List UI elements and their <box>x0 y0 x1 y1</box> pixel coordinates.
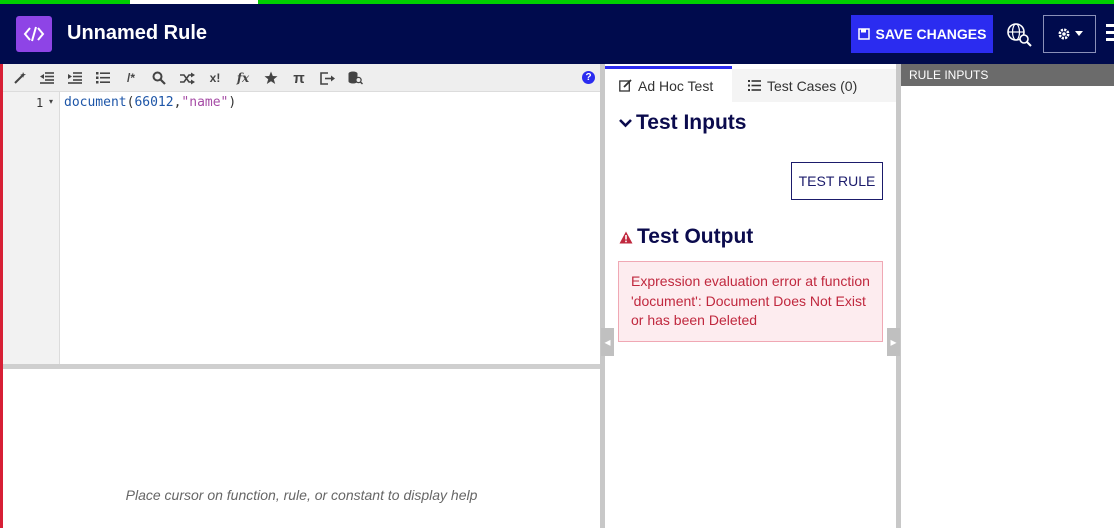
settings-dropdown-button[interactable] <box>1043 15 1096 53</box>
code-editor-line[interactable]: document(66012,"name") <box>64 95 236 110</box>
rule-editor-app: Unnamed Rule SAVE CHANGES /* x! fx π ? 1… <box>0 0 1114 528</box>
tab-test-cases[interactable]: Test Cases (0) <box>732 69 896 102</box>
help-icon[interactable]: ? <box>582 71 595 84</box>
collapse-left-arrow-icon[interactable]: ◂ <box>601 328 614 356</box>
menu-icon[interactable] <box>1106 24 1114 46</box>
function-help-text: Place cursor on function, rule, or const… <box>125 487 478 503</box>
globe-search-icon[interactable] <box>1006 22 1032 48</box>
collapse-right-arrow-icon[interactable]: ▸ <box>887 328 900 356</box>
test-tabs: Ad Hoc Test Test Cases (0) <box>605 64 896 102</box>
test-inputs-header[interactable]: Test Inputs <box>619 111 746 135</box>
rule-inputs-header: RULE INPUTS <box>901 64 1114 86</box>
code-string-arg: "name" <box>181 95 229 110</box>
editor-resize-handle[interactable] <box>3 364 600 369</box>
edit-icon <box>619 79 632 92</box>
gear-icon <box>1058 28 1069 40</box>
tab-ad-hoc-test-label: Ad Hoc Test <box>638 77 714 94</box>
caret-down-icon <box>1074 31 1083 36</box>
list-icon[interactable] <box>94 69 112 87</box>
factorial-icon[interactable]: x! <box>206 69 224 87</box>
error-message: Expression evaluation error at function … <box>618 261 883 342</box>
editor-toolbar: /* x! fx π <box>3 64 600 92</box>
list-icon <box>748 80 761 91</box>
save-icon <box>857 28 870 40</box>
search-icon[interactable] <box>150 69 168 87</box>
pi-icon[interactable]: π <box>290 69 308 87</box>
test-inputs-title: Test Inputs <box>636 111 747 134</box>
database-search-icon[interactable] <box>346 69 364 87</box>
panel-divider-right[interactable] <box>896 64 901 528</box>
test-output-title: Test Output <box>637 225 754 248</box>
code-number-arg: 66012 <box>134 95 174 110</box>
star-icon[interactable] <box>262 69 280 87</box>
code-close-paren: ) <box>228 95 237 110</box>
panel-divider-left[interactable] <box>600 64 605 528</box>
warning-icon <box>619 231 633 243</box>
editor-gutter <box>3 92 60 364</box>
code-logo-icon <box>16 16 52 52</box>
indent-icon[interactable] <box>66 69 84 87</box>
test-output-header: Test Output <box>619 225 753 249</box>
chevron-down-icon <box>619 119 632 128</box>
shuffle-icon[interactable] <box>178 69 196 87</box>
export-icon[interactable] <box>318 69 336 87</box>
tab-test-cases-label: Test Cases (0) <box>767 77 858 94</box>
magic-wand-icon[interactable] <box>11 69 29 87</box>
test-rule-button[interactable]: TEST RULE <box>791 162 883 200</box>
comment-icon[interactable]: /* <box>122 69 140 87</box>
line-number: 1 <box>36 96 44 110</box>
code-function-name: document <box>64 95 127 110</box>
fold-arrow-icon[interactable]: ▾ <box>49 97 53 106</box>
tab-ad-hoc-test[interactable]: Ad Hoc Test <box>605 66 732 102</box>
outdent-icon[interactable] <box>38 69 56 87</box>
function-icon[interactable]: fx <box>234 69 252 87</box>
save-changes-button[interactable]: SAVE CHANGES <box>851 15 993 53</box>
save-changes-label: SAVE CHANGES <box>875 26 987 42</box>
app-header: Unnamed Rule SAVE CHANGES <box>0 4 1114 64</box>
page-title: Unnamed Rule <box>67 22 208 44</box>
